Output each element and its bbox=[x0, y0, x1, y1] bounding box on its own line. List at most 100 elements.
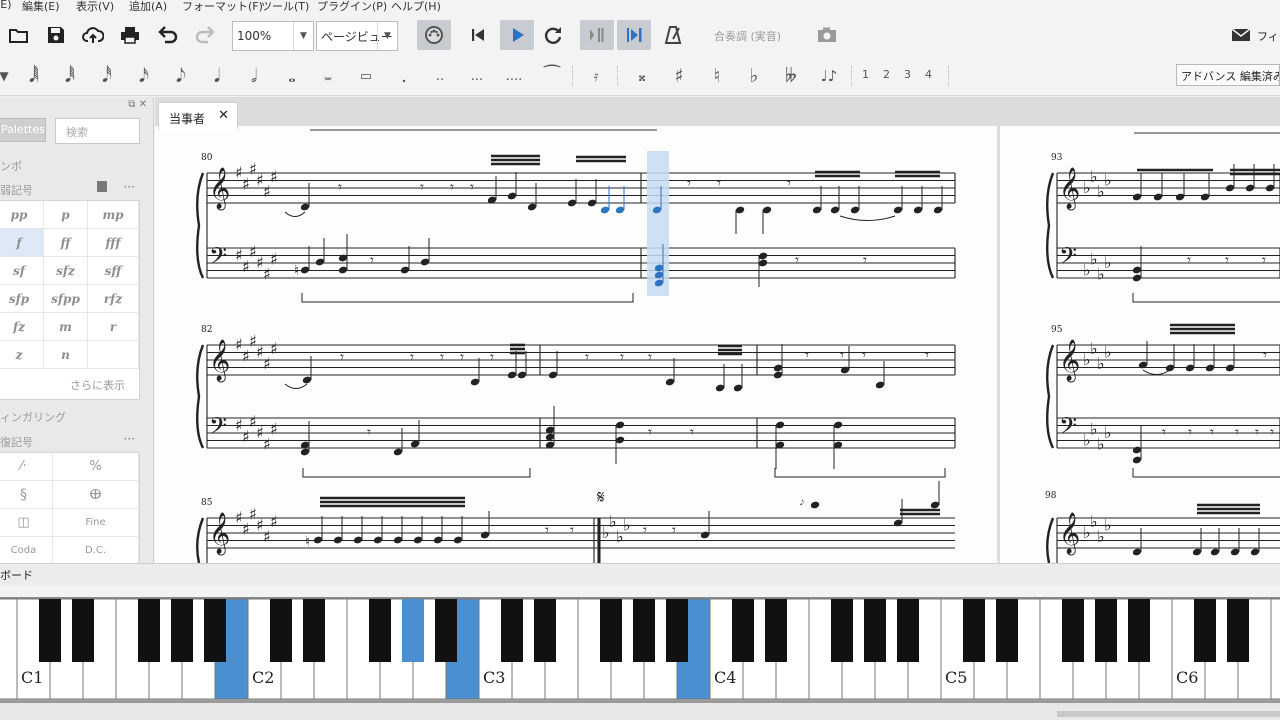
save-icon[interactable] bbox=[41, 20, 71, 50]
note-64th-icon[interactable]: 𝅘𝅥𝅱 bbox=[56, 62, 84, 90]
segno-icon[interactable]: § bbox=[0, 481, 53, 509]
dynamic-sfp[interactable]: sfp bbox=[0, 285, 44, 313]
voice-4-button[interactable]: 4 bbox=[925, 68, 932, 81]
menu-format[interactable]: フォーマット(F) bbox=[182, 0, 263, 14]
chevron-down-icon[interactable]: ▼ bbox=[293, 22, 313, 50]
menu-plugins[interactable]: プラグイン(P) bbox=[317, 0, 387, 14]
repeat-measure-icon[interactable]: ⁄· bbox=[0, 453, 53, 481]
loop-icon[interactable] bbox=[538, 20, 568, 50]
playback-toggle-icon[interactable] bbox=[417, 20, 451, 50]
concert-pitch-toggle[interactable]: 合奏調 (実音) bbox=[714, 28, 781, 44]
note-quarter-icon[interactable]: 𝅘𝅥 bbox=[203, 62, 231, 90]
palettes-tab[interactable]: Palettes bbox=[0, 118, 46, 142]
augmentation-dot-icon[interactable]: . bbox=[390, 62, 418, 90]
undo-icon[interactable] bbox=[153, 20, 183, 50]
natural-icon[interactable]: ♮ bbox=[703, 62, 731, 90]
show-more-link[interactable]: さらに表示 bbox=[70, 377, 125, 393]
dynamic-sfpp[interactable]: sfpp bbox=[44, 285, 88, 313]
score-canvas[interactable]: 𝄞𝄢♯♯♯♯♯♯♯♯♯♯♯♯80𝄾 𝄾 𝄾 𝄾 𝄾 𝄾 𝄾♮𝄾 𝄾 𝄾𝄞𝄢♯♯♯♯♯♯♯♯♯♯♯… bbox=[155, 97, 1280, 563]
voice-2-button[interactable]: 2 bbox=[883, 68, 890, 81]
double-flat-icon[interactable]: 𝄫 bbox=[777, 62, 805, 90]
trash-icon[interactable] bbox=[97, 181, 107, 192]
dynamic-sfz[interactable]: sfz bbox=[44, 257, 88, 285]
redo-icon[interactable] bbox=[190, 20, 220, 50]
coda-text-marking[interactable]: Coda bbox=[0, 537, 53, 565]
dynamic-n[interactable]: n bbox=[44, 341, 88, 369]
dynamic-fff[interactable]: fff bbox=[88, 229, 139, 257]
zoom-combobox[interactable]: 100% ▼ bbox=[232, 21, 314, 51]
menu-file[interactable]: (E) bbox=[0, 0, 12, 11]
mail-icon[interactable] bbox=[1226, 20, 1256, 50]
flat-icon[interactable]: ♭ bbox=[740, 62, 768, 90]
dynamic-fz[interactable]: fz bbox=[0, 313, 44, 341]
print-icon[interactable] bbox=[115, 20, 145, 50]
panel-float-close-icon[interactable]: ⧉ ✕ bbox=[128, 99, 147, 110]
sharp-icon[interactable]: ♯ bbox=[665, 62, 693, 90]
piano-keyboard[interactable]: C1 C2 C3 C4 C5 C6 bbox=[0, 585, 1280, 720]
note-16th-icon[interactable]: 𝅘𝅥𝅯 bbox=[130, 62, 158, 90]
dynamic-sff[interactable]: sff bbox=[88, 257, 139, 285]
coda-icon[interactable]: ⴲ bbox=[53, 481, 139, 509]
note-half-icon[interactable]: 𝅗𝅥 bbox=[240, 62, 268, 90]
rewind-icon[interactable] bbox=[463, 20, 493, 50]
open-file-icon[interactable] bbox=[4, 20, 34, 50]
camera-icon[interactable] bbox=[812, 20, 842, 50]
score-tab[interactable]: 当事者 ✕ bbox=[158, 102, 238, 129]
horizontal-scrollbar-thumb bbox=[1057, 711, 1280, 717]
dynamic-f[interactable]: f bbox=[0, 229, 44, 257]
dynamic-r[interactable]: r bbox=[88, 313, 139, 341]
tempo-section-header[interactable]: ンポ bbox=[0, 158, 22, 174]
feedback-label[interactable]: フィー bbox=[1257, 28, 1280, 44]
varied-coda-icon[interactable]: ◫ bbox=[0, 509, 53, 537]
cloud-save-icon[interactable] bbox=[78, 20, 108, 50]
dynamic-ff[interactable]: ff bbox=[44, 229, 88, 257]
flip-direction-icon[interactable]: ♩♪ bbox=[815, 62, 843, 90]
dynamic-mp[interactable]: mp bbox=[88, 201, 139, 229]
quadruple-dot-icon[interactable]: .... bbox=[500, 62, 528, 90]
palette-search-input[interactable]: 検索 bbox=[55, 118, 140, 144]
note-breve-icon[interactable]: 𝅜 bbox=[314, 62, 342, 90]
menu-add[interactable]: 追加(A) bbox=[129, 0, 167, 14]
workspace-advanced-button[interactable]: アドバンス 編集済み bbox=[1176, 64, 1280, 86]
dynamics-section-header[interactable]: 弱記号 bbox=[0, 182, 33, 198]
da-capo-marking[interactable]: D.C. bbox=[53, 537, 139, 565]
tie-icon[interactable]: ⁀ bbox=[538, 62, 566, 90]
more-options-icon[interactable]: ··· bbox=[124, 432, 135, 446]
loop-out-icon[interactable] bbox=[617, 20, 651, 50]
voice-1-button[interactable]: 1 bbox=[862, 68, 869, 81]
repeat-two-measures-icon[interactable]: % bbox=[53, 453, 139, 481]
dynamic-sf[interactable]: sf bbox=[0, 257, 44, 285]
double-sharp-icon[interactable]: 𝄪 bbox=[628, 62, 656, 90]
note-eighth-icon[interactable]: 𝅘𝅥𝅮 bbox=[167, 62, 195, 90]
fingering-section-header[interactable]: ィンガリング bbox=[0, 409, 66, 425]
close-icon[interactable]: ✕ bbox=[218, 108, 229, 123]
play-icon[interactable] bbox=[500, 20, 534, 50]
loop-in-icon[interactable] bbox=[580, 20, 614, 50]
rest-icon[interactable]: 𝄿 bbox=[582, 62, 610, 90]
dynamic-rfz[interactable]: rfz bbox=[88, 285, 139, 313]
dynamic-m[interactable]: m bbox=[44, 313, 88, 341]
score-view[interactable]: 𝄞 𝄢 ♯ ♯ ♯ ♯ ♯ ♯ ♯ ♯ ♯ ♯ ♯ ♯ 80 𝄾 𝄾 𝄾 𝄾 𝄾 𝄾 𝄾 ♮ 𝄾 𝄾 𝄾 𝄞 𝄢 ♯ ♯ ♯ ♯ ♯ ♯ ♯ ♯ ♯ ♯ ♯… bbox=[155, 97, 1280, 563]
menu-help[interactable]: ヘルプ(H) bbox=[391, 0, 441, 14]
menu-view[interactable]: 表示(V) bbox=[76, 0, 114, 14]
note-128th-icon[interactable]: 𝅘𝅥𝅲 bbox=[20, 62, 48, 90]
dynamic-p[interactable]: p bbox=[44, 201, 88, 229]
note-whole-icon[interactable]: 𝅝 bbox=[278, 62, 306, 90]
triple-dot-icon[interactable]: ... bbox=[463, 62, 491, 90]
double-dot-icon[interactable]: .. bbox=[426, 62, 454, 90]
repeats-section-header[interactable]: 復記号 bbox=[0, 434, 33, 450]
metronome-icon[interactable] bbox=[658, 20, 688, 50]
dynamic-pp[interactable]: pp bbox=[0, 201, 44, 229]
view-mode-combobox[interactable]: ページビュー ▼ bbox=[316, 21, 398, 51]
rest: 𝄾 bbox=[1225, 251, 1229, 269]
menu-edit[interactable]: 編集(E) bbox=[22, 0, 60, 14]
menu-tools[interactable]: ツール(T) bbox=[261, 0, 309, 14]
note-32nd-icon[interactable]: 𝅘𝅥𝅰 bbox=[93, 62, 121, 90]
fine-marking[interactable]: Fine bbox=[53, 509, 139, 537]
dynamic-z[interactable]: z bbox=[0, 341, 44, 369]
note-longa-icon[interactable]: ▭ bbox=[352, 62, 380, 90]
chevron-down-icon[interactable]: ▼ bbox=[377, 22, 397, 50]
voice-3-button[interactable]: 3 bbox=[904, 68, 911, 81]
more-options-icon[interactable]: ··· bbox=[124, 180, 135, 194]
note-input-menu-icon[interactable]: ▼ bbox=[0, 62, 18, 90]
